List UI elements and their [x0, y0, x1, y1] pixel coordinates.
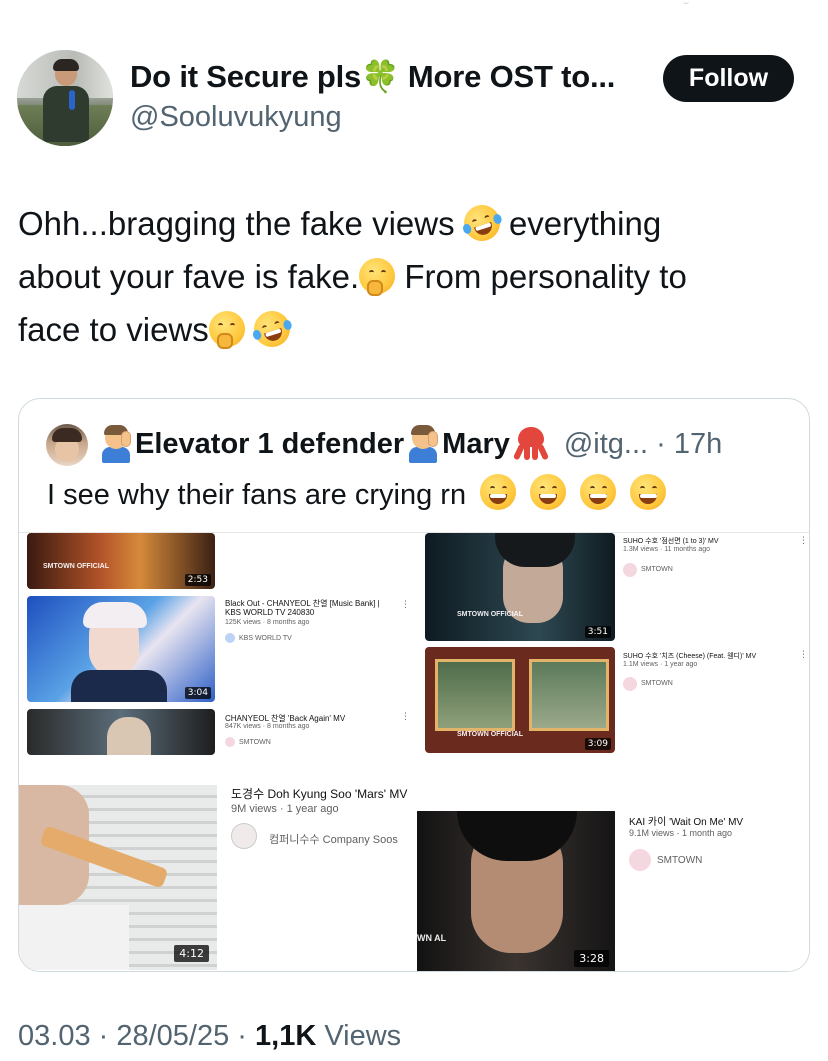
grinning-face-emoji-icon	[630, 474, 667, 510]
quoted-tweet-card[interactable]: Elevator 1 defender Mary @itg... · 17h I…	[18, 398, 810, 972]
quoted-author-name-part1[interactable]: Elevator 1 defender	[135, 428, 404, 461]
video-title[interactable]: Black Out - CHANYEOL 찬열 [Music Bank] | K…	[225, 599, 385, 617]
octopus-emoji-icon	[512, 427, 550, 461]
video-meta: 847K views · 8 months ago	[225, 723, 310, 730]
top-edge-fragment	[683, 0, 689, 4]
video-title[interactable]: 도경수 Doh Kyung Soo 'Mars' MV	[231, 785, 407, 802]
follow-button[interactable]: Follow	[663, 55, 794, 102]
quoted-author-name-part2[interactable]: Mary	[442, 428, 510, 461]
timestamp[interactable]: 03.03 · 28/05/25 ·	[18, 1020, 247, 1052]
channel-name[interactable]: SMTOWN	[641, 566, 673, 573]
person-tipping-hand-emoji-icon	[99, 425, 133, 463]
video-thumbnail[interactable]: SMTOWN OFFICIAL 2:53	[27, 533, 215, 589]
tweet-footer: 03.03 · 28/05/25 · 1,1K Views	[18, 1020, 401, 1053]
video-thumbnail[interactable]	[27, 709, 215, 755]
face-with-hand-over-mouth-emoji-icon	[208, 311, 245, 349]
video-thumbnail[interactable]: SMTOWN OFFICIAL 3:09	[425, 647, 615, 753]
channel-name[interactable]: 컴퍼니수수 Company Soos	[269, 831, 398, 847]
channel-icon[interactable]	[231, 823, 257, 849]
channel-icon[interactable]	[623, 563, 637, 577]
author-display-name[interactable]: Do it Secure pls🍀 More OST to...	[130, 58, 615, 95]
tweet-text: Ohh...bragging the fake views everything…	[18, 197, 808, 356]
video-meta: 1.1M views · 1 year ago	[623, 661, 698, 668]
rolling-laughing-emoji-icon	[249, 306, 295, 352]
screenshot-kai: WN AL 3:28 KAI 카이 'Wait On Me' MV 9.1M v…	[417, 795, 809, 971]
grinning-face-emoji-icon	[580, 474, 617, 510]
quoted-media-collage[interactable]: SMTOWN OFFICIAL 2:53 3:04 Black Out - CH…	[19, 532, 809, 971]
video-meta: 9.1M views · 1 month ago	[629, 828, 733, 838]
video-thumbnail[interactable]: WN AL 3:28	[417, 811, 615, 971]
more-options-icon[interactable]: ⋮	[799, 535, 808, 546]
quoted-author-avatar[interactable]	[46, 424, 88, 466]
channel-icon[interactable]	[225, 633, 235, 643]
more-options-icon[interactable]: ⋮	[799, 649, 808, 660]
screenshot-doh-kyung-soo: 4:12 도경수 Doh Kyung Soo 'Mars' MV 9M view…	[19, 777, 417, 971]
quoted-handle-time[interactable]: @itg... · 17h	[564, 428, 722, 461]
channel-icon[interactable]	[225, 737, 235, 747]
more-options-icon[interactable]: ⋮	[401, 711, 410, 722]
quoted-tweet-text: I see why their fans are crying rn	[47, 474, 667, 512]
screenshot-youtube-list-right: SMTOWN OFFICIAL 3:51 SUHO 수호 '점선면 (1 to …	[417, 533, 809, 759]
video-meta: 1.3M views · 11 months ago	[623, 546, 711, 553]
video-meta: 125K views · 8 months ago	[225, 619, 310, 626]
channel-name[interactable]: SMTOWN	[657, 855, 702, 866]
tweet-line-2: about your fave is fake. From personalit…	[18, 258, 687, 296]
screenshot-youtube-list-left: SMTOWN OFFICIAL 2:53 3:04 Black Out - CH…	[19, 533, 417, 759]
tweet-line-3: face to views	[18, 303, 808, 356]
quoted-tweet-header: Elevator 1 defender Mary @itg... · 17h	[97, 425, 722, 463]
views-count: 1,1K	[255, 1020, 317, 1052]
video-thumbnail[interactable]: 3:04	[27, 596, 215, 702]
channel-name[interactable]: SMTOWN	[641, 680, 673, 687]
author-handle[interactable]: @Sooluvukyung	[130, 101, 342, 134]
video-title[interactable]: SUHO 수호 '치즈 (Cheese) (Feat. 웬디)' MV	[623, 651, 756, 661]
face-with-hand-over-mouth-emoji-icon	[359, 258, 396, 296]
channel-icon[interactable]	[629, 849, 651, 871]
channel-name[interactable]: SMTOWN	[239, 739, 271, 746]
video-meta: 9M views · 1 year ago	[231, 803, 339, 815]
more-options-icon[interactable]: ⋮	[401, 599, 410, 610]
person-tipping-hand-emoji-icon	[406, 425, 440, 463]
channel-icon[interactable]	[623, 677, 637, 691]
video-title[interactable]: SUHO 수호 '점선면 (1 to 3)' MV	[623, 536, 719, 546]
grinning-face-emoji-icon	[480, 474, 517, 510]
tweet-line-1: Ohh...bragging the fake views everything	[18, 197, 808, 250]
video-title[interactable]: KAI 카이 'Wait On Me' MV	[629, 813, 743, 828]
grinning-face-emoji-icon	[530, 474, 567, 510]
video-thumbnail[interactable]: SMTOWN OFFICIAL 3:51	[425, 533, 615, 641]
video-thumbnail[interactable]: 4:12	[19, 785, 217, 970]
views-label: Views	[324, 1020, 402, 1052]
rolling-laughing-emoji-icon	[459, 200, 505, 246]
channel-name[interactable]: KBS WORLD TV	[239, 635, 292, 642]
author-avatar[interactable]	[17, 50, 113, 146]
